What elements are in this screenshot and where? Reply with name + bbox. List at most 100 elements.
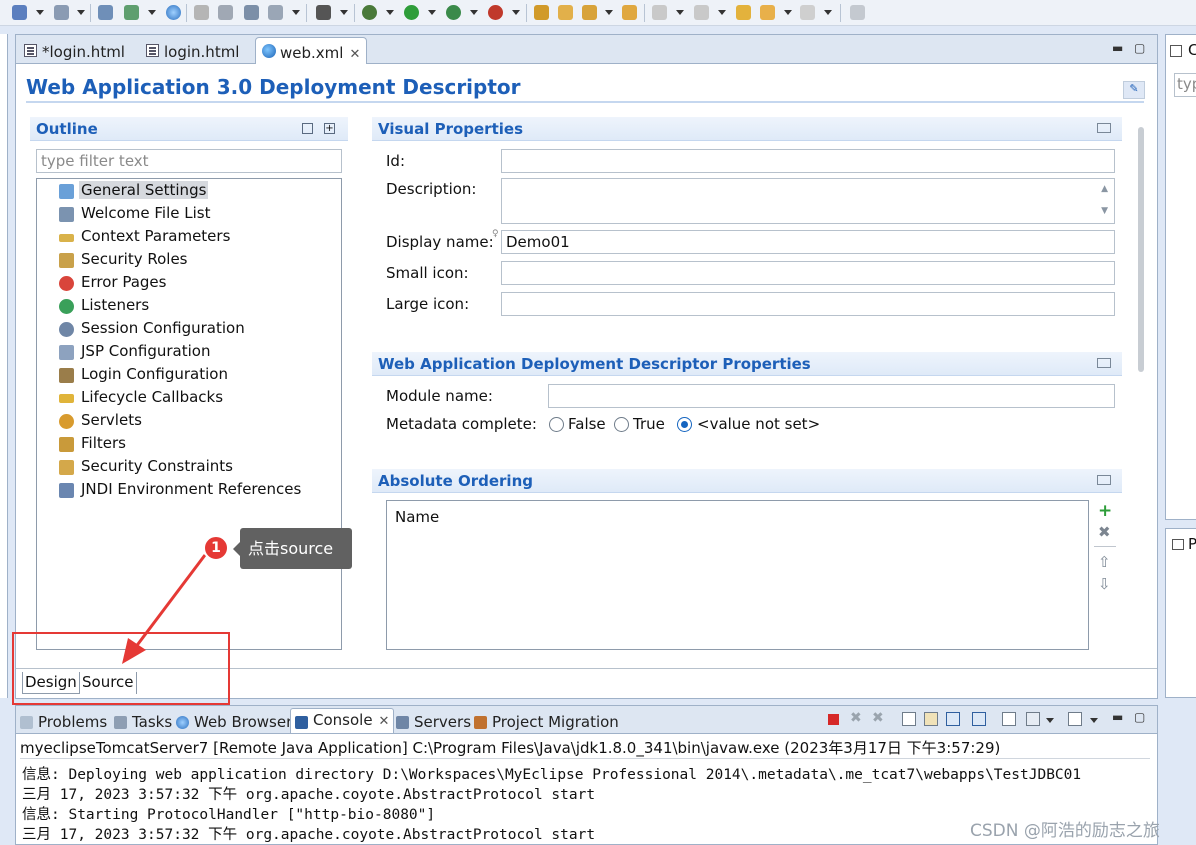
chevron-down-icon[interactable] — [428, 10, 436, 15]
report-icon[interactable] — [244, 5, 259, 20]
screenshot-icon[interactable] — [316, 5, 331, 20]
chevron-down-icon[interactable] — [148, 10, 156, 15]
expand-all-icon[interactable]: + — [324, 123, 335, 134]
tree-item-label: Welcome File List — [81, 204, 211, 222]
module-name-field[interactable] — [548, 384, 1115, 408]
scroll-lock-icon[interactable] — [924, 712, 938, 726]
refresh-icon[interactable] — [218, 5, 233, 20]
description-field[interactable]: ▲ ▼ — [501, 178, 1115, 224]
tab-web-xml[interactable]: web.xml ✕ — [255, 37, 368, 64]
remove-all-icon[interactable]: ✖ — [872, 710, 884, 726]
new-wizard-icon[interactable] — [12, 5, 27, 20]
section-help-icon[interactable] — [1097, 123, 1111, 133]
search-folder-icon[interactable] — [622, 5, 637, 20]
chevron-down-icon[interactable] — [784, 10, 792, 15]
section-title: Absolute Ordering — [378, 472, 533, 490]
large-icon-field[interactable] — [501, 292, 1115, 316]
outline-header: Outline + — [30, 117, 348, 141]
pen-icon[interactable] — [582, 5, 597, 20]
panel-icon — [1170, 45, 1182, 57]
minimize-icon[interactable]: ▬ — [1112, 710, 1123, 724]
panel-filter-input[interactable]: typ — [1174, 73, 1196, 97]
section-help-icon[interactable] — [1097, 358, 1111, 368]
back-icon[interactable] — [760, 5, 775, 20]
tree-item-label: JSP Configuration — [81, 342, 211, 360]
close-icon[interactable]: ✕ — [349, 47, 360, 62]
display-name-field[interactable]: Demo01 — [501, 230, 1115, 254]
radio-true[interactable] — [614, 417, 629, 432]
add-icon[interactable]: + — [1098, 501, 1112, 521]
chevron-down-icon[interactable] — [36, 10, 44, 15]
chevron-down-icon[interactable] — [1090, 718, 1098, 723]
maximize-icon[interactable]: ▢ — [1134, 710, 1145, 724]
outline-filter-input[interactable]: type filter text — [36, 149, 342, 173]
tab-problems[interactable]: Problems — [16, 711, 111, 733]
close-icon[interactable]: ✕ — [379, 714, 390, 729]
globe-icon[interactable] — [166, 5, 181, 20]
chevron-down-icon[interactable] — [512, 10, 520, 15]
coverage-icon[interactable] — [488, 5, 503, 20]
display-selected-icon[interactable] — [1026, 712, 1040, 726]
minimize-icon[interactable]: ▬ — [1112, 41, 1123, 55]
chevron-down-icon[interactable] — [605, 10, 613, 15]
remove-launch-icon[interactable]: ✖ — [850, 710, 862, 726]
console-line: 信息: Deploying web application directory … — [22, 767, 1082, 783]
editor-scrollbar[interactable] — [1138, 127, 1144, 372]
connect-icon[interactable] — [268, 5, 283, 20]
debug-icon[interactable] — [362, 5, 377, 20]
ordering-table[interactable]: Name — [386, 500, 1089, 650]
next-annotation-icon[interactable] — [652, 5, 667, 20]
open-type-icon[interactable] — [534, 5, 549, 20]
run-icon[interactable] — [404, 5, 419, 20]
scroll-up-icon[interactable]: ▲ — [1101, 184, 1108, 194]
tab-servers[interactable]: Servers — [392, 711, 475, 733]
tab-console[interactable]: Console ✕ — [290, 708, 395, 733]
show-console-icon[interactable] — [972, 712, 986, 726]
pin-console-icon[interactable] — [1002, 712, 1016, 726]
collapse-all-icon[interactable] — [302, 123, 313, 134]
chevron-down-icon[interactable] — [718, 10, 726, 15]
chevron-down-icon[interactable] — [340, 10, 348, 15]
tree-item-label: Lifecycle Callbacks — [81, 388, 224, 406]
chevron-down-icon[interactable] — [470, 10, 478, 15]
tab-project-migration[interactable]: Project Migration — [470, 711, 623, 733]
tab-login-html[interactable]: login.html — [140, 37, 245, 64]
scroll-down-icon[interactable]: ▼ — [1101, 206, 1108, 216]
run-server-icon[interactable] — [124, 5, 139, 20]
radio-not-set[interactable] — [677, 417, 692, 432]
prev-annotation-icon[interactable] — [694, 5, 709, 20]
help-icon[interactable]: ✎ — [1123, 81, 1145, 99]
chevron-down-icon[interactable] — [824, 10, 832, 15]
run-external-icon[interactable] — [446, 5, 461, 20]
word-wrap-icon[interactable] — [946, 712, 960, 726]
tab-login-html-modified[interactable]: *login.html — [18, 37, 131, 64]
tree-item-label: Error Pages — [81, 273, 167, 291]
tab-tasks[interactable]: Tasks — [110, 711, 176, 733]
tab-web-browser[interactable]: Web Browser — [172, 711, 296, 733]
small-icon-field[interactable] — [501, 261, 1115, 285]
chevron-down-icon[interactable] — [292, 10, 300, 15]
console-header: myeclipseTomcatServer7 [Remote Java Appl… — [20, 737, 1150, 759]
chevron-down-icon[interactable] — [676, 10, 684, 15]
maximize-icon[interactable]: ▢ — [1134, 41, 1145, 55]
new-console-icon[interactable] — [1068, 712, 1082, 726]
database-icon[interactable] — [194, 5, 209, 20]
pin-editor-icon[interactable] — [850, 5, 865, 20]
remove-icon[interactable]: ✖ — [1098, 523, 1111, 541]
move-up-icon[interactable]: ⇧ — [1098, 553, 1111, 571]
forward-icon[interactable] — [800, 5, 815, 20]
clear-console-icon[interactable] — [902, 712, 916, 726]
chevron-down-icon[interactable] — [77, 10, 85, 15]
tab-label: Web Browser — [194, 713, 293, 731]
new-server-icon[interactable] — [54, 5, 69, 20]
id-field[interactable] — [501, 149, 1115, 173]
move-down-icon[interactable]: ⇩ — [1098, 575, 1111, 593]
chevron-down-icon[interactable] — [386, 10, 394, 15]
radio-false[interactable] — [549, 417, 564, 432]
open-folder-icon[interactable] — [558, 5, 573, 20]
chevron-down-icon[interactable] — [1046, 718, 1054, 723]
deploy-icon[interactable] — [98, 5, 113, 20]
last-edit-icon[interactable] — [736, 5, 751, 20]
terminate-icon[interactable] — [828, 714, 839, 725]
section-help-icon[interactable] — [1097, 475, 1111, 485]
